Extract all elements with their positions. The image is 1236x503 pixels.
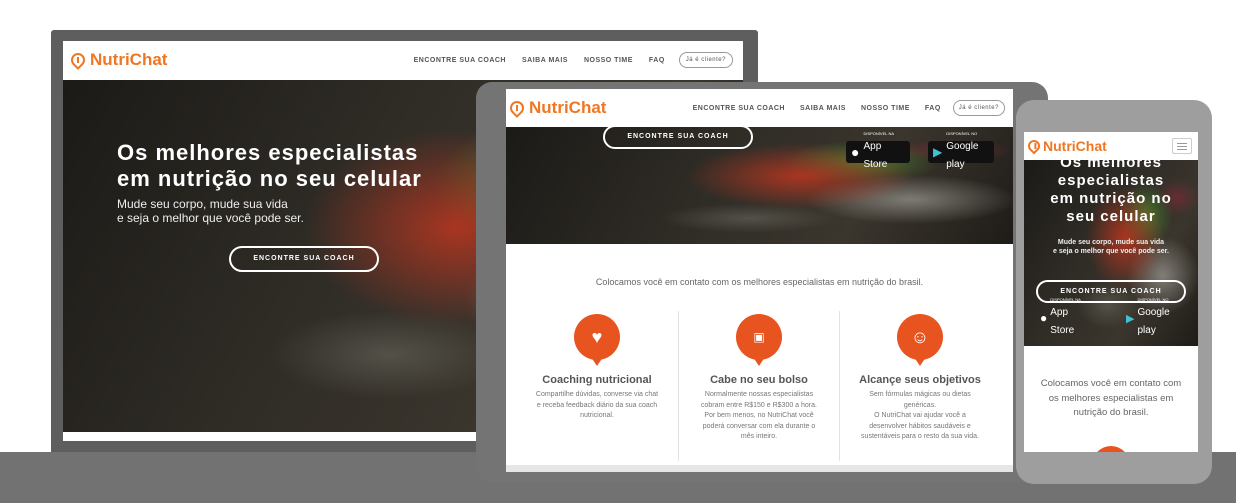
phone-screen: NutriChat Os melhores especialistas em n… — [1024, 132, 1198, 452]
google-small-text: DISPONÍVEL NO — [946, 131, 978, 136]
google-play-icon: ▶ — [933, 145, 943, 159]
phone-title-line: em nutrição no — [1050, 190, 1172, 207]
nav-faq[interactable]: FAQ — [649, 57, 665, 64]
tablet-brand-name: NutriChat — [529, 98, 607, 117]
google-big-text: Google play — [1137, 307, 1170, 336]
feature-icon-heart: ♥ — [574, 314, 620, 366]
nav-encontre[interactable]: ENCONTRE SUA COACH — [414, 57, 506, 64]
phone-intro-line: nutrição do brasil. — [1073, 407, 1149, 418]
feature-description: Normalmente nossas especialistas cobram … — [679, 390, 839, 443]
heart-icon: ♥ — [591, 326, 603, 347]
nav-nosso-time[interactable]: NOSSO TIME — [584, 57, 633, 64]
feature-desc-line: cobram entre R$150 e R$300 a hora. — [701, 401, 817, 409]
feature-desc-line: mês inteiro. — [740, 433, 778, 440]
money-icon: ▣ — [753, 330, 765, 344]
feature-desc-line: desenvolver hábitos saudáveis e — [869, 422, 971, 430]
feature-title: Cabe no seu bolso — [710, 374, 808, 386]
desktop-navbar: NutriChat ENCONTRE SUA COACH SAIBA MAIS … — [63, 41, 743, 79]
desktop-nav-menu: ENCONTRE SUA COACH SAIBA MAIS NOSSO TIME… — [398, 52, 733, 68]
hero-title: Os melhores especialistas em nutrição no… — [117, 140, 422, 192]
feature-desc-line: Compartilhe dúvidas, converse via chat — [535, 391, 659, 398]
tablet-app-store-badge[interactable]: ● DISPONÍVEL NA App Store — [846, 132, 910, 170]
logo-pin-icon — [68, 50, 88, 70]
feature-desc-line: O NutriChat vai ajudar você a — [874, 412, 966, 419]
app-store-big-text: App Store — [1050, 307, 1075, 336]
feature-coaching: ♥ Coaching nutricional Compartilhe dúvid… — [516, 314, 678, 422]
phone-title-line: seu celular — [1066, 208, 1156, 225]
hero-subtitle: Mude seu corpo, mude sua vida e seja o m… — [117, 197, 304, 225]
apple-icon: ● — [1040, 311, 1048, 325]
tablet-hero: ENCONTRE SUA COACH ● DISPONÍVEL NA App St… — [506, 127, 1013, 244]
phone-hero-title: Os melhores especialistas em nutrição no… — [1024, 160, 1198, 226]
tablet-nav-faq[interactable]: FAQ — [925, 105, 941, 112]
app-store-small-text: DISPONÍVEL NA — [1050, 297, 1081, 302]
phone-feature-icon-partial — [1092, 446, 1130, 452]
tablet-intro-text: Colocamos você em contato com os melhore… — [595, 277, 924, 287]
hamburger-menu-icon[interactable] — [1172, 138, 1192, 154]
phone-subtitle-line: e seja o melhor que você pode ser. — [1053, 248, 1169, 255]
tablet-navbar: NutriChat ENCONTRE SUA COACH SAIBA MAIS … — [506, 89, 1013, 127]
feature-icon-money: ▣ — [736, 314, 782, 366]
smile-icon: ☺ — [910, 326, 930, 347]
app-store-small-text: DISPONÍVEL NA — [863, 131, 894, 136]
feature-icon-smile: ☺ — [897, 314, 943, 366]
tablet-nav-encontre[interactable]: ENCONTRE SUA COACH — [693, 105, 785, 112]
google-play-icon: ▶ — [1126, 312, 1135, 325]
app-store-big-text: App Store — [863, 141, 888, 170]
feature-desc-line: Normalmente nossas especialistas — [704, 391, 814, 398]
client-login-button[interactable]: Já é cliente? — [678, 52, 733, 68]
apple-icon: ● — [851, 144, 860, 160]
hero-title-line-2: em nutrição no seu celular — [117, 166, 422, 191]
phone-intro-text: Colocamos você em contato com os melhore… — [1024, 377, 1198, 421]
feature-desc-line: nutricional. — [580, 412, 614, 419]
phone-app-store-badge[interactable]: ● DISPONÍVEL NA App Store — [1036, 298, 1098, 336]
feature-desc-line: Por bem menos, no NutriChat você — [704, 412, 814, 419]
google-big-text: Google play — [946, 141, 979, 170]
feature-title: Coaching nutricional — [542, 374, 652, 386]
feature-title: Alcançe seus objetivos — [859, 374, 981, 386]
phone-intro-line: Colocamos você em contato com — [1040, 378, 1182, 389]
phone-hero-subtitle: Mude seu corpo, mude sua vida e seja o m… — [1024, 238, 1198, 256]
tablet-google-play-badge[interactable]: ▶ DISPONÍVEL NO Google play — [928, 132, 994, 170]
phone-title-line: especialistas — [1057, 172, 1165, 189]
hero-title-line-1: Os melhores especialistas — [117, 140, 419, 165]
feature-desc-line: genéricas. — [903, 401, 937, 409]
feature-pricing: ▣ Cabe no seu bolso Normalmente nossas e… — [679, 314, 839, 443]
phone-intro-line: os melhores especialistas em — [1048, 392, 1174, 404]
feature-desc-line: poderá conversar com ela durante o — [702, 422, 816, 430]
brand-name: NutriChat — [90, 50, 168, 69]
phone-logo-pin-icon — [1025, 137, 1043, 155]
tablet-hero-cta-button[interactable]: ENCONTRE SUA COACH — [603, 127, 753, 149]
tablet-logo-pin-icon — [507, 98, 527, 118]
feature-description: Sem fórmulas mágicas ou dietas genéricas… — [840, 390, 1000, 443]
google-small-text: DISPONÍVEL NO — [1137, 297, 1169, 302]
tablet-client-login-button[interactable]: Já é cliente? — [952, 100, 1005, 116]
hero-cta-button[interactable]: ENCONTRE SUA COACH — [229, 246, 379, 272]
feature-description: Compartilhe dúvidas, converse via chat e… — [516, 390, 678, 422]
tablet-section-footer-strip — [506, 465, 1013, 472]
tablet-brand-logo[interactable]: NutriChat — [507, 98, 607, 118]
phone-brand-logo[interactable]: NutriChat — [1025, 137, 1107, 155]
phone-hero: Os melhores especialistas em nutrição no… — [1024, 160, 1198, 346]
phone-subtitle-line: Mude seu corpo, mude sua vida — [1057, 239, 1165, 246]
hero-subtitle-line-1: Mude seu corpo, mude sua vida — [117, 197, 288, 211]
phone-brand-name: NutriChat — [1043, 138, 1107, 154]
feature-desc-line: sustentáveis para o resto da sua vida. — [861, 433, 979, 440]
feature-goals: ☺ Alcançe seus objetivos Sem fórmulas má… — [840, 314, 1000, 443]
feature-desc-line: Sem fórmulas mágicas ou dietas — [869, 391, 971, 398]
feature-desc-line: e receba feedback diário da sua coach — [536, 401, 658, 409]
tablet-nav-saiba-mais[interactable]: SAIBA MAIS — [800, 105, 846, 112]
nav-saiba-mais[interactable]: SAIBA MAIS — [522, 57, 568, 64]
hero-subtitle-line-2: e seja o melhor que você pode ser. — [117, 211, 304, 225]
tablet-nav-menu: ENCONTRE SUA COACH SAIBA MAIS NOSSO TIME… — [678, 100, 1005, 116]
brand-logo[interactable]: NutriChat — [68, 50, 168, 70]
phone-navbar: NutriChat — [1024, 132, 1198, 160]
phone-google-play-badge[interactable]: ▶ DISPONÍVEL NO Google play — [1122, 298, 1188, 336]
tablet-screen: NutriChat ENCONTRE SUA COACH SAIBA MAIS … — [506, 89, 1013, 472]
phone-title-line: Os melhores — [1060, 160, 1162, 171]
tablet-nav-nosso-time[interactable]: NOSSO TIME — [861, 105, 910, 112]
